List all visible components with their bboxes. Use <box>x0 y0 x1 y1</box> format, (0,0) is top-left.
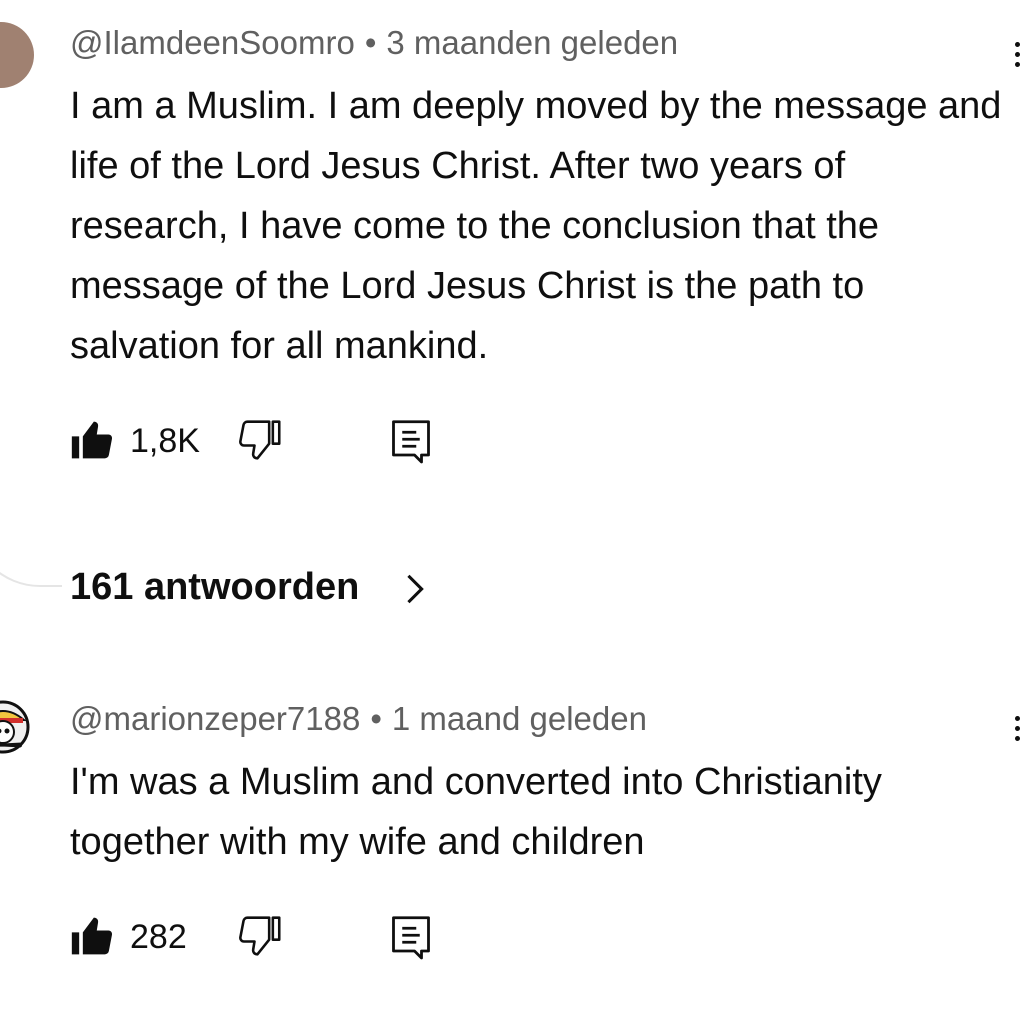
comment-time: 1 maand geleden <box>391 700 647 737</box>
jolly-roger-icon <box>0 700 30 754</box>
comment-meta: @IlamdeenSoomro • 3 maanden geleden <box>70 24 678 62</box>
thumbs-down-icon[interactable] <box>238 914 282 958</box>
thread-connector <box>0 480 62 587</box>
like-count: 282 <box>130 918 187 956</box>
view-replies-button[interactable]: 161 antwoorden <box>70 566 359 609</box>
avatar[interactable] <box>0 22 34 88</box>
separator-dot: • <box>364 24 377 61</box>
comment-meta: @marionzeper7188 • 1 maand geleden <box>70 700 647 738</box>
thumbs-up-icon[interactable] <box>70 914 114 958</box>
comment-time: 3 maanden geleden <box>386 24 679 61</box>
like-count: 1,8K <box>130 422 200 460</box>
thumbs-down-icon[interactable] <box>238 418 282 462</box>
chevron-right-icon[interactable] <box>404 572 428 611</box>
comment-reply-icon[interactable] <box>390 914 432 960</box>
comment-reply-icon[interactable] <box>390 418 432 464</box>
separator-dot: • <box>370 700 382 737</box>
more-options-icon[interactable] <box>1011 42 1021 72</box>
comment-text: I am a Muslim. I am deeply moved by the … <box>70 85 1002 367</box>
comment-author[interactable]: @marionzeper7188 <box>70 700 360 737</box>
comment-author[interactable]: @IlamdeenSoomro <box>70 24 355 61</box>
comment-text: I'm was a Muslim and converted into Chri… <box>70 761 882 863</box>
more-options-icon[interactable] <box>1011 716 1021 746</box>
thumbs-up-icon[interactable] <box>70 418 114 462</box>
avatar[interactable] <box>0 700 30 754</box>
